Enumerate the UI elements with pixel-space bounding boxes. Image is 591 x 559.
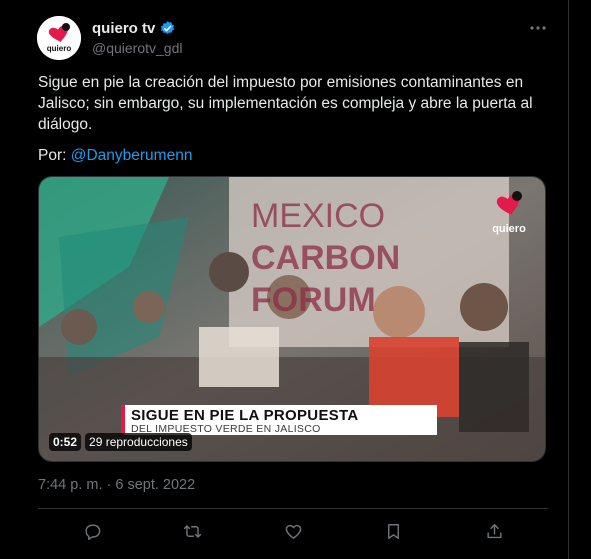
author-row: quiero tv @quierotv_gdl [92, 18, 552, 58]
divider [38, 508, 548, 509]
reply-icon [84, 523, 100, 540]
view-count: 29 reproducciones [85, 433, 192, 451]
video-duration: 0:52 [49, 433, 82, 451]
avatar-logo-text: quiero [47, 44, 72, 53]
bookmark-icon [388, 523, 399, 539]
tweet-timestamp[interactable]: 7:44 p. m. · 6 sept. 2022 [38, 477, 195, 493]
quiero-watermark-icon: quiero [492, 191, 526, 235]
like-button[interactable] [281, 519, 305, 543]
like-icon [285, 524, 301, 539]
bookmark-button[interactable] [382, 519, 406, 543]
video-player[interactable]: MEXICO CARBON FORUM quiero SIGUE EN PIE … [38, 176, 546, 462]
more-options-button[interactable] [524, 18, 552, 38]
retweet-icon [183, 524, 202, 538]
reply-button[interactable] [80, 519, 104, 543]
share-icon [486, 523, 502, 538]
handle[interactable]: @quierotv_gdl [92, 40, 552, 56]
backdrop-line-3: FORUM [251, 281, 376, 319]
share-button[interactable] [482, 519, 506, 543]
verified-badge-icon [161, 20, 175, 34]
byline: Por: @Danyberumenn [38, 145, 192, 166]
backdrop-line-2: CARBON [251, 239, 400, 277]
avatar[interactable]: quiero [37, 16, 81, 60]
action-bar [38, 514, 548, 548]
channel-logo: quiero [483, 185, 535, 237]
display-name[interactable]: quiero tv [92, 20, 155, 37]
watermark-text: quiero [492, 223, 526, 235]
retweet-button[interactable] [181, 519, 205, 543]
tweet-body: Sigue en pie la creación del impuesto po… [38, 74, 533, 133]
tweet-card: quiero quiero tv @quierotv_gdl Sigue en … [0, 0, 569, 559]
quiero-logo-icon: quiero [37, 16, 81, 60]
lower-third-caption: SIGUE EN PIE LA PROPUESTA DEL IMPUESTO V… [121, 405, 437, 435]
mention-link[interactable]: @Danyberumenn [71, 147, 193, 164]
video-meta: 0:52 29 reproducciones [49, 433, 192, 451]
display-name-line: quiero tv [92, 18, 552, 38]
byline-prefix: Por: [38, 147, 71, 164]
backdrop-line-1: MEXICO [251, 197, 385, 235]
lower-third-title: SIGUE EN PIE LA PROPUESTA [131, 407, 359, 424]
more-dots-icon [530, 26, 546, 30]
tweet-text: Sigue en pie la creación del impuesto po… [38, 72, 548, 135]
